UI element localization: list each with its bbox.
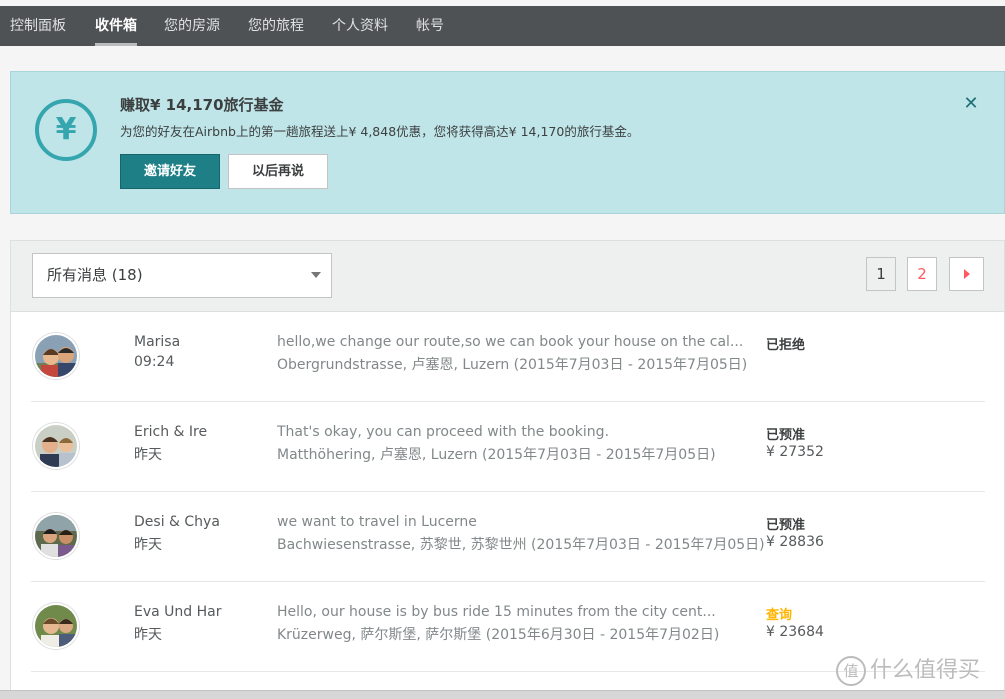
sender-name: Marisa xyxy=(134,334,181,350)
sender-name: Eva Und Har xyxy=(134,604,222,620)
booking-price: ¥ 28836 xyxy=(766,534,824,550)
referral-banner: ¥ 赚取¥ 14,170旅行基金 为您的好友在Airbnb上的第一趟旅程送上¥ … xyxy=(10,71,1005,214)
avatar-photo xyxy=(35,425,77,467)
message-thread[interactable]: Desi & Chya 昨天 we want to travel in Luce… xyxy=(31,491,985,582)
listing-location: Obergrundstrasse, 卢塞恩, Luzern (2015年7月03… xyxy=(277,357,748,373)
message-preview: we want to travel in Lucerne xyxy=(277,514,477,530)
nav-inbox[interactable]: 收件箱 xyxy=(95,6,137,46)
booking-price: ¥ 23684 xyxy=(766,624,824,640)
message-thread[interactable]: Marisa 09:24 hello,we change our route,s… xyxy=(31,311,985,402)
message-thread[interactable]: Erich & Ire 昨天 That's okay, you can proc… xyxy=(31,401,985,492)
banner-title: 赚取¥ 14,170旅行基金 xyxy=(120,96,284,114)
arrow-right-icon xyxy=(964,269,970,279)
pagination-page-2[interactable]: 2 xyxy=(907,257,937,291)
nav-your-trips[interactable]: 您的旅程 xyxy=(248,6,304,46)
avatar[interactable] xyxy=(33,513,79,559)
message-time: 昨天 xyxy=(134,537,162,553)
listing-location: Bachwiesenstrasse, 苏黎世, 苏黎世州 (2015年7月03日… xyxy=(277,537,765,553)
nav-account[interactable]: 帐号 xyxy=(416,6,444,46)
watermark: 值什么值得买 xyxy=(836,652,980,686)
sender-name: Desi & Chya xyxy=(134,514,220,530)
inbox-panel: 所有消息 (18) 1 2 Marisa 09:24 hello,we chan… xyxy=(10,240,1005,698)
nav-dashboard[interactable]: 控制面板 xyxy=(10,6,66,46)
avatar-photo xyxy=(35,605,77,647)
avatar-photo xyxy=(35,515,77,557)
message-time: 09:24 xyxy=(134,354,175,370)
sender-name: Erich & Ire xyxy=(134,424,208,440)
banner-description: 为您的好友在Airbnb上的第一趟旅程送上¥ 4,848优惠，您将获得高达¥ 1… xyxy=(120,124,640,139)
watermark-logo-icon: 值 xyxy=(836,656,866,686)
booking-price: ¥ 27352 xyxy=(766,444,824,460)
message-preview: hello,we change our route,so we can book… xyxy=(277,334,744,350)
nav-profile[interactable]: 个人资料 xyxy=(332,6,388,46)
message-preview: That's okay, you can proceed with the bo… xyxy=(277,424,610,440)
listing-location: Matthöhering, 卢塞恩, Luzern (2015年7月03日 - … xyxy=(277,447,716,463)
listing-location: Krüzerweg, 萨尔斯堡, 萨尔斯堡 (2015年6月30日 - 2015… xyxy=(277,627,720,643)
status-badge: 已拒绝 xyxy=(766,338,806,353)
watermark-text: 什么值得买 xyxy=(870,658,981,683)
nav-your-listings[interactable]: 您的房源 xyxy=(164,6,220,46)
message-time: 昨天 xyxy=(134,447,162,463)
message-time: 昨天 xyxy=(134,627,162,643)
message-filter-select[interactable]: 所有消息 (18) xyxy=(32,253,332,298)
yen-circle-icon: ¥ xyxy=(35,99,97,161)
avatar[interactable] xyxy=(33,333,79,379)
avatar[interactable] xyxy=(33,603,79,649)
avatar-photo xyxy=(35,335,77,377)
filter-selected-value: 所有消息 (18) xyxy=(47,266,143,284)
top-navigation: 控制面板 收件箱 您的房源 您的旅程 个人资料 帐号 xyxy=(0,6,1005,46)
remind-later-button[interactable]: 以后再说 xyxy=(228,154,328,189)
status-badge: 已预准 xyxy=(766,518,806,533)
pagination-page-1[interactable]: 1 xyxy=(866,257,896,291)
close-icon[interactable]: ✕ xyxy=(963,95,979,113)
invite-friends-button[interactable]: 邀请好友 xyxy=(120,154,220,189)
status-badge: 已预准 xyxy=(766,428,806,443)
chevron-down-icon xyxy=(311,272,321,278)
message-preview: Hello, our house is by bus ride 15 minut… xyxy=(277,604,716,620)
status-badge: 查询 xyxy=(766,608,793,623)
inbox-header: 所有消息 (18) 1 2 xyxy=(11,241,1004,312)
avatar[interactable] xyxy=(33,423,79,469)
pagination-next-button[interactable] xyxy=(949,257,984,291)
